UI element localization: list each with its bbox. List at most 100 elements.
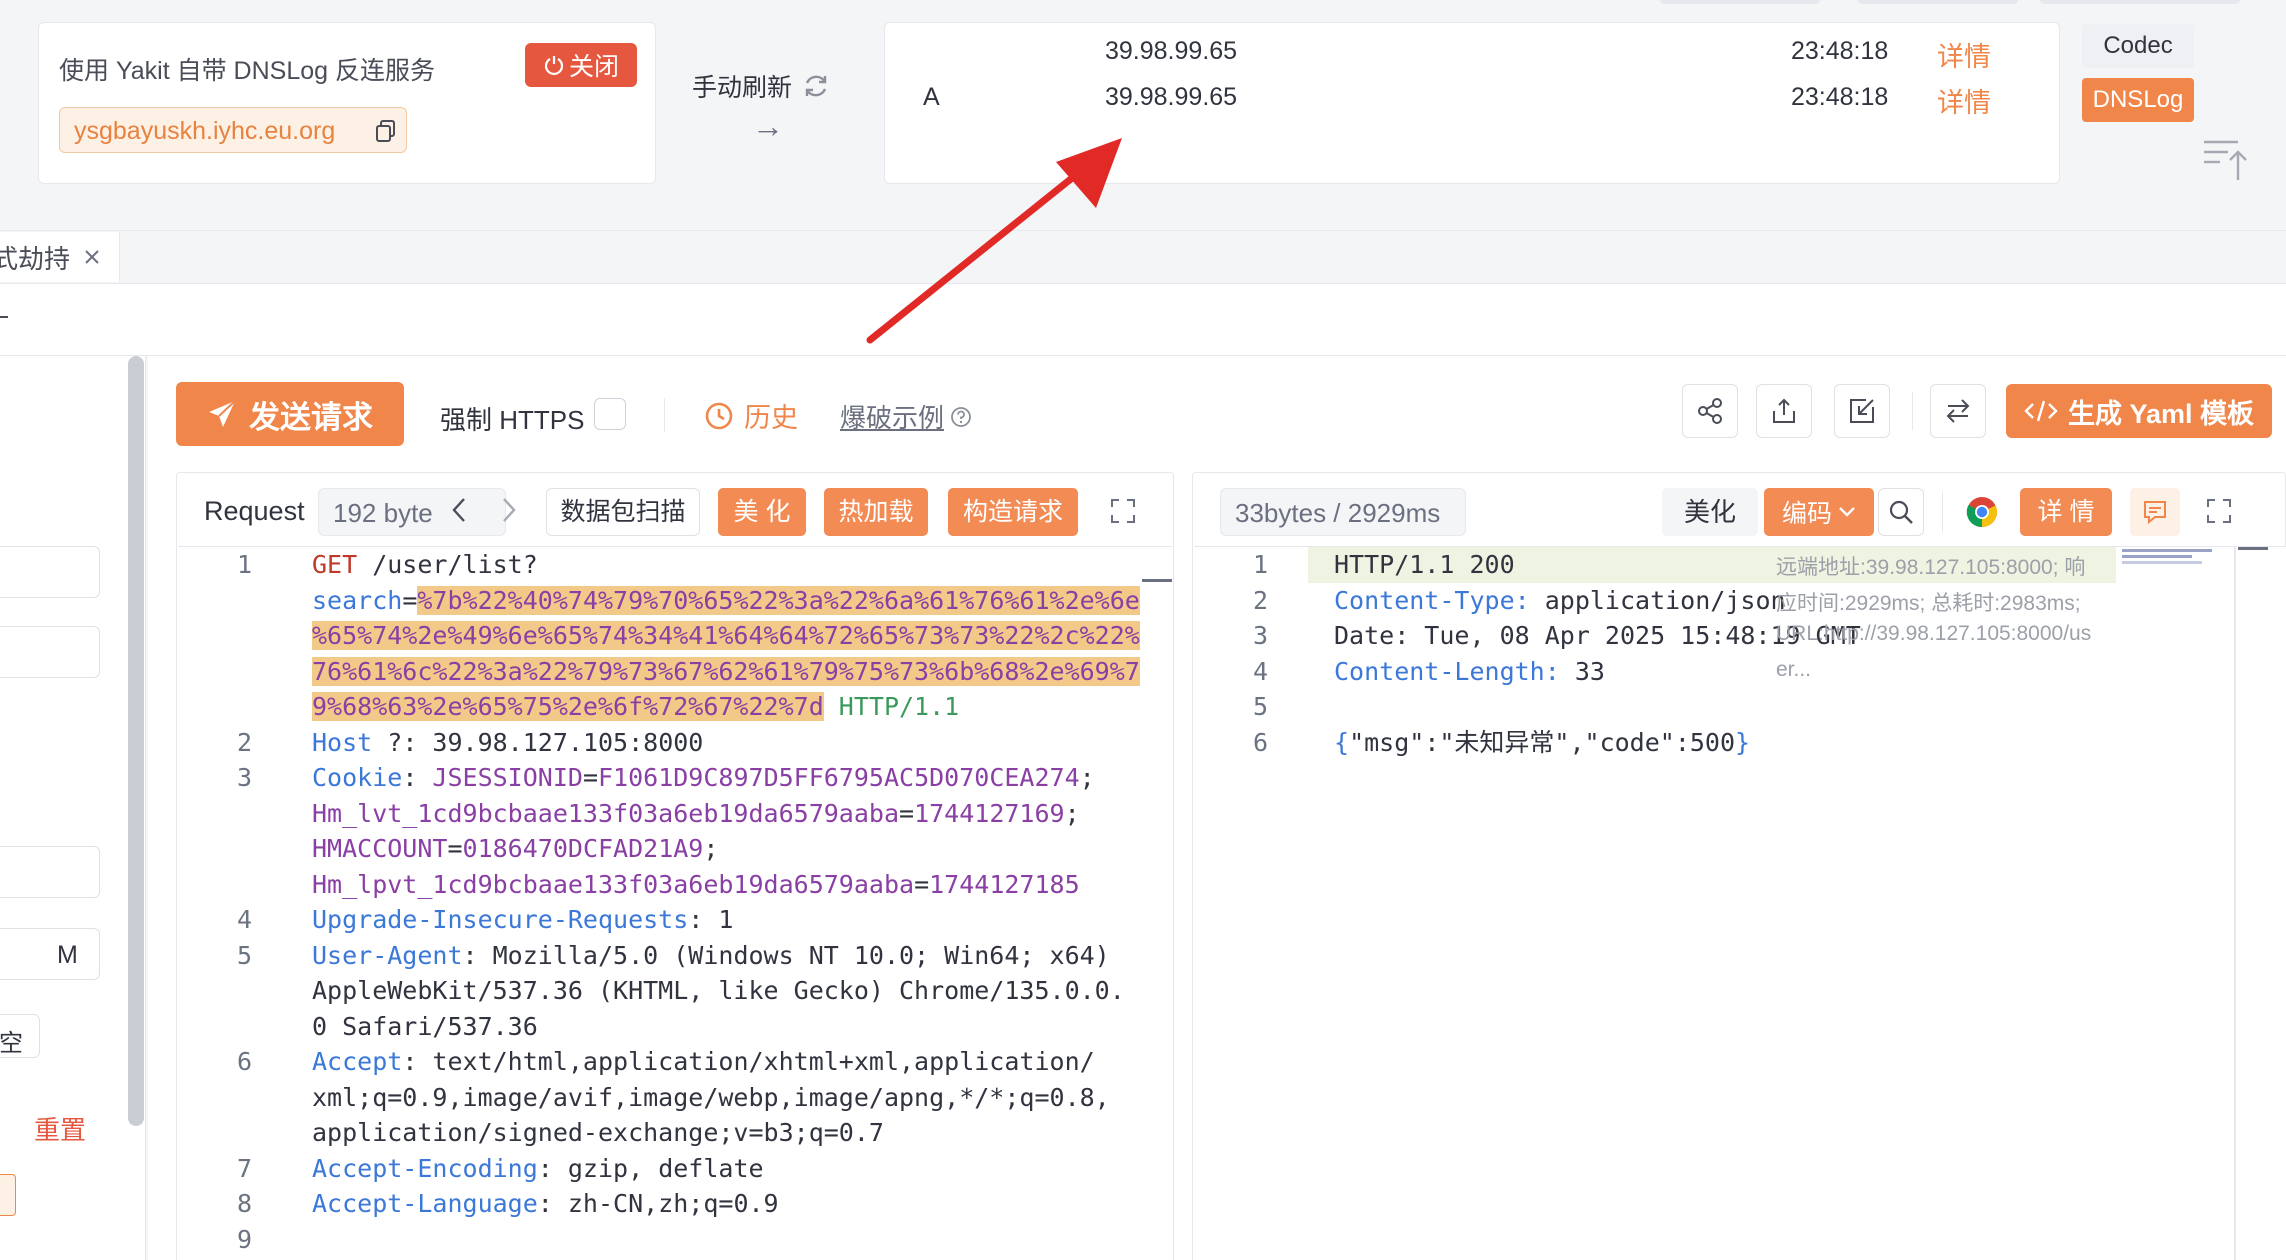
construct-request-button[interactable]: 构造请求 (948, 488, 1078, 536)
response-hint-line: URL:http://39.98.127.105:8000/us (1776, 622, 2092, 645)
left-select-value: M (57, 941, 78, 969)
code-token: Hm_lvt_1cd9bcbaae133f03a6eb19da6579aaba (312, 798, 899, 828)
dnslog-domain-box[interactable]: ysgbayuskh.iyhc.eu.org (59, 107, 407, 153)
share-icon (1696, 397, 1724, 425)
subheader-bar (0, 284, 2286, 356)
comment-button[interactable] (2130, 488, 2180, 536)
toolbar-divider (1942, 492, 1943, 532)
record-detail-link[interactable]: 详情 (1937, 81, 1991, 120)
comment-icon (2142, 499, 2168, 525)
code-line: search=%7b%22%40%74%79%70%65%22%3a%22%6a… (312, 583, 1140, 619)
request-editor[interactable]: 1 GET /user/list? search=%7b%22%40%74%79%7… (178, 546, 1172, 1260)
top-border-stub (2040, 0, 2240, 4)
left-select[interactable]: M (0, 928, 100, 980)
code-token: 9%68%63%2e%65%75%2e%6f%72%67%22%7d (312, 692, 824, 721)
chevron-left-icon[interactable] (450, 496, 468, 524)
code-token: User-Agent (312, 940, 463, 970)
generate-yaml-button[interactable]: 生成 Yaml 模板 (2006, 384, 2272, 438)
code-token: : 39.98.127.105:8000 (402, 727, 704, 757)
code-line: HTTP/1.1 200 (1334, 547, 1515, 583)
copy-icon[interactable] (376, 120, 396, 142)
export-button[interactable] (1756, 384, 1812, 438)
side-tab-dnslog[interactable]: DNSLog (2082, 78, 2194, 122)
code-line: xml;q=0.9,image/avif,image/webp,image/ap… (312, 1080, 1110, 1116)
tab-close-icon[interactable] (84, 249, 100, 265)
force-https-checkbox[interactable] (594, 398, 626, 430)
switch-layout-button[interactable] (1930, 384, 1986, 438)
refresh-icon (802, 72, 830, 100)
tab-partial[interactable]: 式劫持 (0, 232, 120, 282)
code-token: Content-Type: (1334, 585, 1530, 615)
response-hint-line: er... (1776, 657, 1812, 681)
left-input[interactable] (0, 846, 100, 898)
chevron-down-icon (1838, 506, 1856, 518)
packet-scan-button[interactable]: 数据包扫描 (546, 488, 700, 536)
code-token: HTTP/1.1 200 (1334, 550, 1515, 579)
annotation-arrow (860, 130, 1130, 350)
encode-label: 编码 (1781, 500, 1832, 528)
side-tab-codec[interactable]: Codec (2082, 24, 2194, 68)
tab-partial-label: 式劫持 (0, 243, 71, 274)
code-token: Accept (312, 1047, 403, 1076)
code-token: 76%61%6c%22%3a%22%79%73%67%62%61%79%75%7… (312, 656, 1140, 686)
left-input[interactable] (0, 626, 100, 678)
dnslog-record-row[interactable]: 39.98.99.65 23:48:18 详情 (885, 33, 2061, 73)
search-button[interactable] (1878, 488, 1924, 536)
fuzz-example-link[interactable]: 爆破示例 (840, 398, 972, 435)
left-clear-button[interactable]: 空 (0, 1014, 40, 1058)
code-line: Content-Length: 33 (1334, 654, 1605, 690)
code-token: HTTP/1.1 (823, 692, 960, 721)
code-line: Upgrade-Insecure-Requests: 1 (312, 902, 733, 938)
code-line: AppleWebKit/537.36 (KHTML, like Gecko) C… (312, 973, 1125, 1009)
send-request-button[interactable]: 发送请求 (176, 382, 404, 446)
fuzz-example-label: 爆破示例 (840, 403, 945, 433)
chrome-icon[interactable] (1966, 496, 1998, 528)
close-button[interactable]: 关闭 (525, 43, 637, 87)
code-token: : (402, 763, 433, 792)
record-detail-link[interactable]: 详情 (1937, 35, 1991, 74)
line-number: 8 (236, 1189, 252, 1218)
code-token: : text/html,application/xhtml+xml,applic… (402, 1047, 1095, 1076)
expand-icon[interactable] (1110, 498, 1136, 524)
code-token: F1061D9C897D5FF6795AC5D070CEA274 (598, 763, 1080, 792)
code-line: %65%74%2e%49%6e%65%74%34%41%64%64%72%65%… (312, 618, 1140, 654)
code-token: = (447, 834, 463, 863)
import-button[interactable] (1834, 384, 1890, 438)
line-number: 9 (236, 1224, 252, 1254)
sort-icon[interactable] (2202, 138, 2250, 182)
response-hint-overlay: 远端地址:39.98.127.105:8000; 响应时间:2929ms; 总耗… (1776, 547, 2136, 697)
subheader-dash (0, 316, 8, 318)
line-number: 1 (1252, 550, 1268, 579)
arrow-right-icon: → (752, 108, 784, 144)
share-button[interactable] (1682, 384, 1738, 438)
response-editor[interactable]: 1 HTTP/1.1 200 2 Content-Type: application/… (1194, 546, 2286, 1260)
encode-dropdown[interactable]: 编码 (1764, 488, 1874, 536)
code-token: Accept-Encoding (312, 1153, 538, 1183)
left-reset-link[interactable]: 重置 (34, 1110, 86, 1147)
help-icon (950, 406, 972, 428)
code-token: xml;q=0.9,image/avif,image/webp,image/ap… (312, 1082, 1110, 1112)
detail-button[interactable]: 详 情 (2020, 488, 2112, 536)
left-orange-stub[interactable] (0, 1174, 16, 1216)
manual-refresh-button[interactable]: 手动刷新 (692, 68, 830, 104)
expand-icon[interactable] (2206, 498, 2232, 524)
code-token: 0 Safari/537.36 (312, 1011, 538, 1041)
hotload-button[interactable]: 热加载 (824, 488, 928, 536)
history-button[interactable]: 历史 (704, 396, 798, 435)
line-number: 6 (1252, 727, 1268, 757)
code-line: Accept: text/html,application/xhtml+xml,… (312, 1044, 1095, 1080)
code-token: ? (372, 727, 403, 757)
code-line: Content-Type: application/json (1334, 583, 1786, 619)
line-number: 3 (236, 763, 252, 792)
request-code: 1 GET /user/list? search=%7b%22%40%74%79%7… (178, 547, 1172, 1260)
code-token: : gzip, deflate (537, 1153, 764, 1183)
chevron-right-icon[interactable] (500, 496, 518, 524)
beautify-button[interactable]: 美 化 (718, 488, 806, 536)
left-scrollbar[interactable] (128, 356, 144, 1126)
code-token: 1744127185 (929, 869, 1080, 899)
left-input[interactable] (0, 546, 100, 598)
code-line: Hm_lvt_1cd9bcbaae133f03a6eb19da6579aaba=… (312, 796, 1080, 832)
dnslog-record-row[interactable]: A 39.98.99.65 23:48:18 详情 (885, 79, 2061, 119)
response-beautify-button[interactable]: 美化 (1662, 488, 1758, 536)
code-token: JSESSIONID (432, 763, 583, 792)
